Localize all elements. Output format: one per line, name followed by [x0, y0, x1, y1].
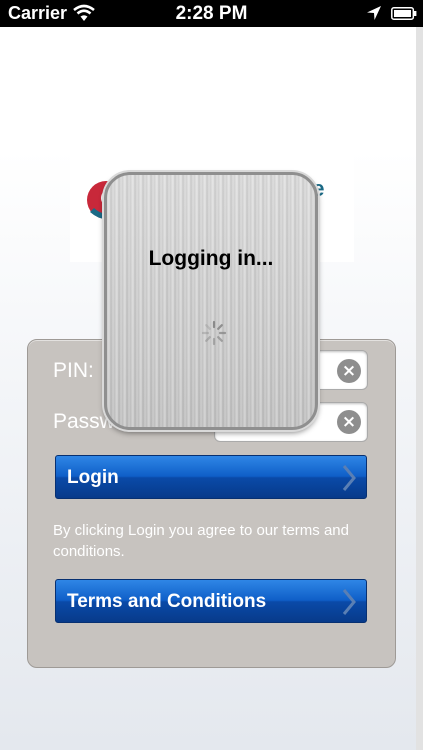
- chevron-right-icon: [342, 589, 356, 615]
- battery-icon: [391, 7, 417, 20]
- status-time: 2:28 PM: [175, 3, 248, 24]
- chevron-right-icon: [342, 465, 356, 491]
- login-button-label: Login: [67, 467, 119, 488]
- password-clear-button[interactable]: ×: [337, 410, 361, 434]
- location-arrow-icon: [367, 6, 381, 20]
- spinner-icon: [201, 320, 227, 346]
- loading-message: Logging in...: [148, 247, 274, 270]
- pin-clear-button[interactable]: ×: [337, 359, 361, 383]
- terms-button[interactable]: Terms and Conditions: [55, 579, 367, 623]
- loading-hud: Logging in...: [104, 172, 318, 430]
- terms-notice: By clicking Login you agree to our terms…: [53, 522, 349, 560]
- edge-strip: [416, 27, 423, 750]
- status-bar: Carrier 2:28 PM: [0, 0, 423, 27]
- close-icon: ×: [341, 361, 357, 381]
- close-icon: ×: [341, 412, 357, 432]
- pin-label: PIN:: [53, 359, 94, 382]
- login-button[interactable]: Login: [55, 455, 367, 499]
- terms-button-label: Terms and Conditions: [67, 591, 267, 612]
